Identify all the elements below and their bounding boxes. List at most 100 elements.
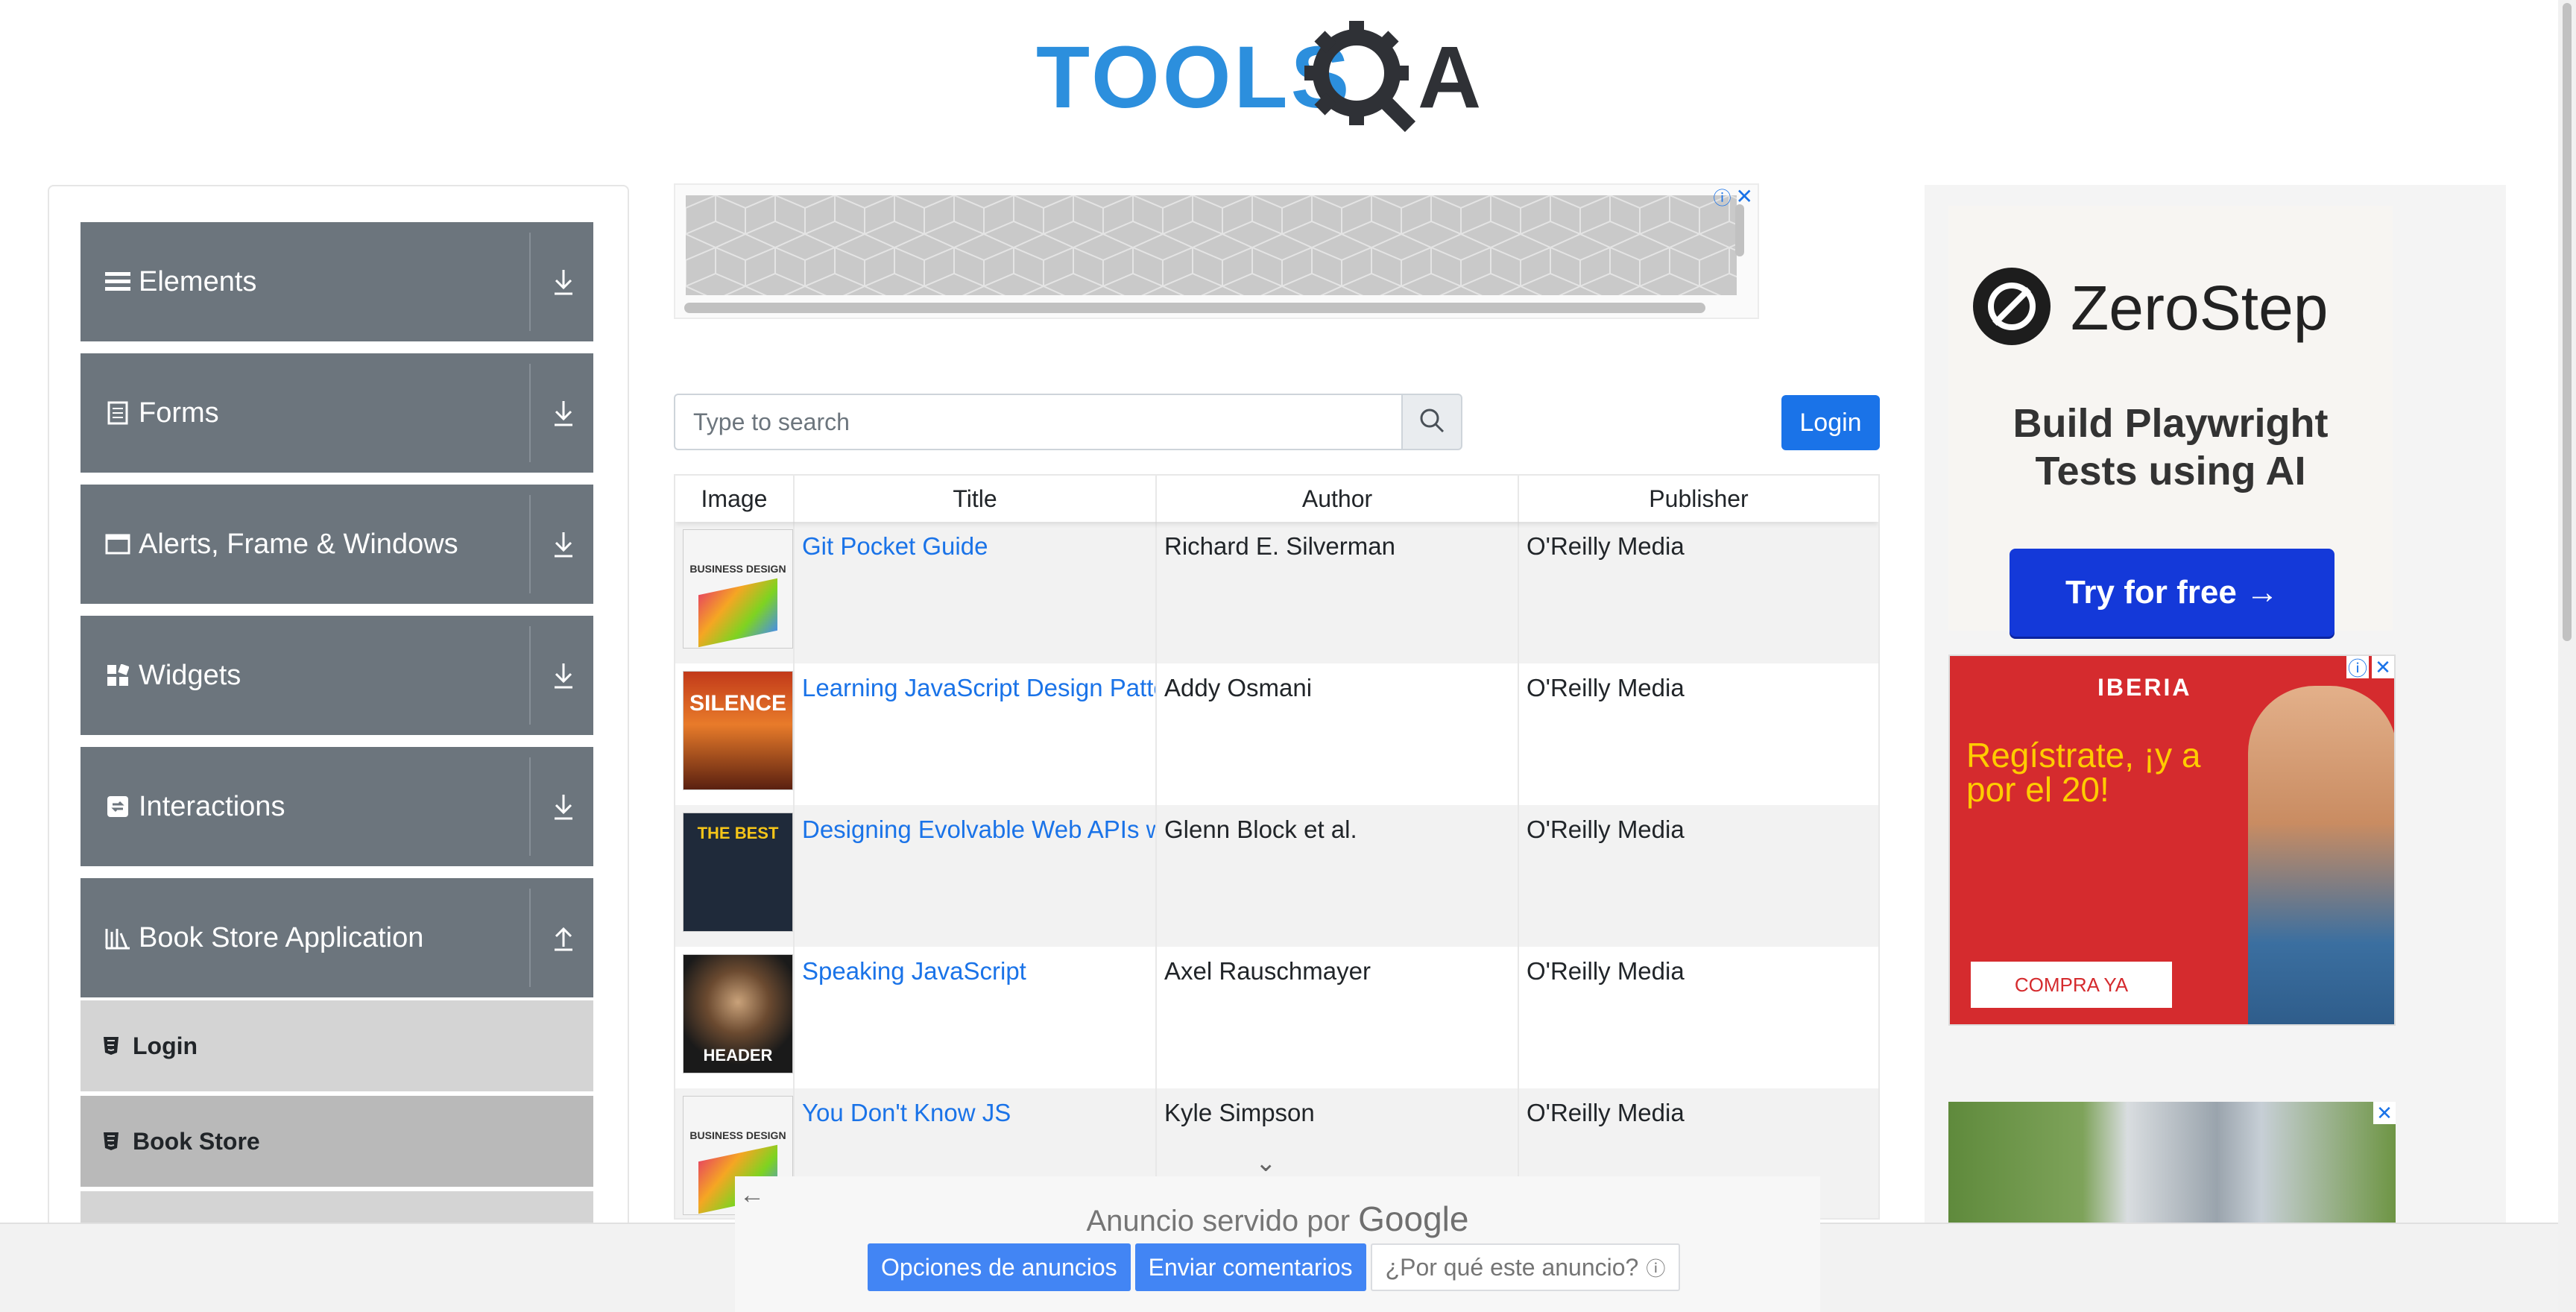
divider — [529, 626, 531, 725]
author-cell: Axel Rauschmayer — [1157, 947, 1519, 1088]
iberia-ad[interactable]: IBERIA Regístrate, ¡y a por el 20! COMPR… — [1948, 655, 2396, 1026]
publisher-cell: O'Reilly Media — [1527, 674, 1685, 701]
table-row: HEADER Speaking JavaScript Axel Rauschma… — [675, 947, 1878, 1088]
publisher-cell: O'Reilly Media — [1527, 816, 1685, 843]
column-header-publisher[interactable]: Publisher — [1519, 476, 1878, 522]
ad-option-buttons: Opciones de anuncios Enviar comentarios … — [868, 1243, 1681, 1291]
divider — [529, 889, 531, 987]
ad-close-icon[interactable]: ✕ — [2372, 656, 2394, 678]
book-title-link[interactable]: You Don't Know JS — [802, 1099, 1011, 1126]
svg-text:A: A — [1418, 28, 1481, 127]
google-ad-overlay: ← ⌄ Anuncio servido por Google Opciones … — [735, 1149, 1820, 1312]
cover-text: BUSINESS DESIGN — [689, 563, 786, 575]
ad-horizontal-scrollbar[interactable] — [684, 303, 1705, 313]
tagline-line: Build Playwright — [2012, 401, 2329, 446]
sidebar-menu: Elements Forms Alerts, Frame & Windows W… — [48, 185, 629, 1312]
title-cell: Speaking JavaScript — [795, 947, 1157, 1088]
cover-cell: THE BEST — [675, 805, 795, 947]
ad-pattern-image — [686, 195, 1737, 295]
book-title-link[interactable]: Speaking JavaScript — [802, 957, 1026, 985]
info-icon: ⓘ — [1646, 1257, 1666, 1280]
ad-controls: ⓘ ✕ — [1710, 185, 1758, 209]
search-box — [674, 394, 1462, 450]
widgets-icon — [103, 664, 133, 687]
search-button[interactable] — [1401, 394, 1462, 450]
download-arrow-icon[interactable] — [549, 783, 578, 830]
cover-text: HEADER — [703, 1046, 773, 1065]
zerostep-tagline: Build Playwright Tests using AI — [1948, 400, 2393, 495]
sidebar-group-label: Forms — [139, 397, 219, 429]
html5-icon — [103, 1036, 122, 1056]
page-scrollbar[interactable] — [2558, 0, 2576, 1312]
document-icon — [103, 401, 133, 425]
download-arrow-icon[interactable] — [549, 520, 578, 568]
divider — [529, 364, 531, 462]
download-arrow-icon[interactable] — [549, 258, 578, 306]
title-cell: Designing Evolvable Web APIs with ASP.NE… — [795, 805, 1157, 947]
book-title-link[interactable]: Learning JavaScript Design Patterns — [802, 674, 1155, 701]
sidebar-item-label: Book Store — [133, 1127, 260, 1155]
served-prefix: Anuncio servido por — [1086, 1205, 1351, 1237]
top-banner-ad[interactable]: ⓘ ✕ — [674, 183, 1759, 319]
hamburger-icon — [103, 271, 133, 293]
divider — [529, 233, 531, 331]
table-header: Image Title Author Publisher — [675, 476, 1878, 522]
ad-vertical-scrollbar[interactable] — [1735, 204, 1744, 256]
zerostep-logo-icon — [1971, 265, 2053, 351]
sidebar-item-login[interactable]: Login — [80, 999, 593, 1091]
compra-ya-button[interactable]: COMPRA YA — [1971, 962, 2172, 1008]
login-button[interactable]: Login — [1781, 395, 1880, 450]
book-title-link[interactable]: Git Pocket Guide — [802, 532, 988, 560]
ad-options-button[interactable]: Opciones de anuncios — [868, 1243, 1131, 1291]
toolsqa-logo[interactable]: TOOLS A — [1036, 18, 1528, 137]
iberia-message: Regístrate, ¡y a por el 20! — [1966, 736, 2201, 809]
ad-close-icon[interactable]: ✕ — [2373, 1102, 2396, 1124]
book-title-link[interactable]: Designing Evolvable Web APIs with ASP.NE… — [802, 816, 1155, 843]
ad-photo-person — [2248, 686, 2394, 1024]
divider — [529, 757, 531, 856]
cover-cell: BUSINESS DESIGN — [675, 522, 795, 663]
publisher-cell: O'Reilly Media — [1527, 957, 1685, 985]
interactions-icon — [103, 795, 133, 818]
upload-arrow-icon[interactable] — [549, 914, 578, 962]
right-ad-column: ZeroStep Build Playwright Tests using AI… — [1925, 185, 2506, 1312]
page-header: TOOLS A — [0, 0, 2558, 157]
cover-text: SILENCE — [689, 691, 787, 716]
column-header-title[interactable]: Title — [795, 476, 1157, 522]
column-header-author[interactable]: Author — [1157, 476, 1519, 522]
book-cover-image: BUSINESS DESIGN — [683, 529, 793, 649]
table-row: SILENCE Learning JavaScript Design Patte… — [675, 663, 1878, 805]
sidebar-group-book-store-application[interactable]: Book Store Application — [80, 878, 593, 997]
download-arrow-icon[interactable] — [549, 652, 578, 699]
try-for-free-button[interactable]: Try for free → — [2010, 549, 2334, 637]
author-cell: Addy Osmani — [1157, 663, 1519, 805]
ad-info-icon[interactable]: ⓘ — [1714, 185, 1731, 209]
sidebar-group-label: Elements — [139, 265, 257, 297]
cover-cell: HEADER — [675, 947, 795, 1088]
scrollbar-thumb[interactable] — [2563, 3, 2572, 641]
library-icon — [103, 926, 133, 950]
sidebar-group-widgets[interactable]: Widgets — [80, 616, 593, 735]
tagline-line: Tests using AI — [2035, 449, 2306, 493]
cover-text: BUSINESS DESIGN — [689, 1129, 786, 1141]
sidebar-group-elements[interactable]: Elements — [80, 222, 593, 341]
sidebar-group-interactions[interactable]: Interactions — [80, 747, 593, 866]
ad-info-icon[interactable]: ⓘ — [2346, 656, 2369, 680]
table-row: THE BEST Designing Evolvable Web APIs wi… — [675, 805, 1878, 947]
search-input[interactable] — [674, 394, 1401, 450]
sidebar-item-label: Login — [133, 1032, 198, 1059]
sidebar-group-forms[interactable]: Forms — [80, 353, 593, 473]
sidebar-item-book-store[interactable]: Book Store — [80, 1094, 593, 1187]
why-this-ad-button[interactable]: ¿Por qué este anuncio? ⓘ — [1370, 1243, 1681, 1291]
send-feedback-button[interactable]: Enviar comentarios — [1134, 1243, 1366, 1291]
download-arrow-icon[interactable] — [549, 389, 578, 437]
title-cell: Git Pocket Guide — [795, 522, 1157, 663]
google-brand: Google — [1358, 1199, 1469, 1238]
ad-close-icon[interactable]: ✕ — [1736, 185, 1753, 209]
sidebar-group-alerts[interactable]: Alerts, Frame & Windows — [80, 485, 593, 604]
column-header-image[interactable]: Image — [675, 476, 795, 522]
chevron-down-icon[interactable]: ⌄ — [1255, 1148, 1277, 1178]
title-cell: Learning JavaScript Design Patterns — [795, 663, 1157, 805]
zerostep-ad[interactable]: ZeroStep Build Playwright Tests using AI… — [1948, 206, 2393, 637]
book-cover-image: THE BEST — [683, 813, 793, 932]
